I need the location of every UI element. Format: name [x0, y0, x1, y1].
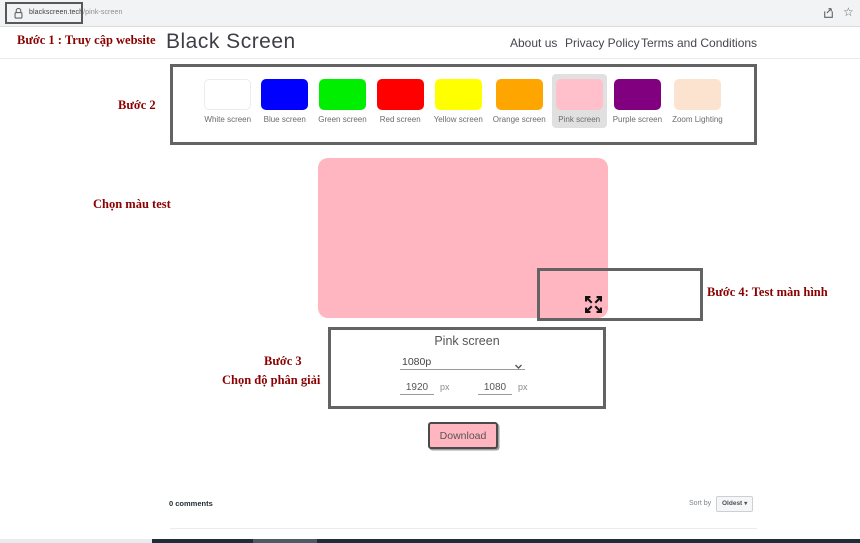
height-px-label: px [518, 382, 528, 392]
sort-by-label: Sort by [689, 500, 711, 507]
nav-privacy-policy[interactable]: Privacy Policy [565, 36, 640, 50]
swatch-white-screen[interactable]: White screen [200, 74, 255, 128]
color-swatch-row: White screen Blue screen Green screen Re… [173, 74, 754, 128]
yellow-color-chip [435, 79, 482, 110]
swatch-green-screen[interactable]: Green screen [314, 74, 370, 128]
site-title[interactable]: Black Screen [166, 30, 296, 54]
white-color-chip [204, 79, 251, 110]
swatch-pink-screen[interactable]: Pink screen [552, 74, 607, 128]
green-color-chip [319, 79, 366, 110]
orange-color-chip [496, 79, 543, 110]
step4-highlight-frame [537, 268, 703, 321]
zoom-lighting-color-chip [674, 79, 721, 110]
annotation-step4: Bước 4: Test màn hình [707, 285, 828, 300]
nav-terms-conditions[interactable]: Terms and Conditions [641, 36, 757, 50]
swatch-purple-screen[interactable]: Purple screen [609, 74, 666, 128]
width-input[interactable] [400, 381, 434, 395]
swatch-red-screen[interactable]: Red screen [373, 74, 428, 128]
page: blackscreen.tech/pink-screen ☆ Black Scr… [0, 0, 860, 543]
bottom-strip-segment [253, 539, 317, 543]
comments-divider [170, 528, 757, 529]
annotation-step3-sub: Chọn độ phân giải [222, 373, 320, 388]
url-path: /pink-screen [83, 9, 122, 16]
chevron-down-icon [514, 358, 523, 367]
settings-panel-title: Pink screen [328, 334, 606, 348]
share-icon[interactable] [822, 6, 835, 20]
swatch-orange-screen[interactable]: Orange screen [489, 74, 550, 128]
red-color-chip [377, 79, 424, 110]
comments-count: 0 comments [169, 499, 213, 508]
swatch-yellow-screen[interactable]: Yellow screen [430, 74, 487, 128]
pink-color-chip [556, 79, 603, 110]
annotation-step3: Bước 3 [264, 354, 302, 369]
sort-order-button[interactable]: Oldest [716, 496, 753, 512]
resolution-selected-value: 1080p [402, 356, 431, 368]
swatch-zoom-lighting[interactable]: Zoom Lighting [668, 74, 727, 128]
purple-color-chip [614, 79, 661, 110]
step1-highlight-frame [5, 2, 83, 24]
swatch-blue-screen[interactable]: Blue screen [257, 74, 312, 128]
nav-about-us[interactable]: About us [510, 36, 557, 50]
sort-caret-icon [742, 500, 747, 507]
annotation-step2: Bước 2 [118, 98, 156, 113]
bottom-strip-light [0, 539, 152, 543]
annotation-step1: Bước 1 : Truy cập website [17, 33, 156, 48]
browser-address-bar[interactable]: blackscreen.tech/pink-screen ☆ [0, 0, 860, 27]
resolution-select[interactable]: 1080p [400, 355, 525, 370]
annotation-choose-color: Chọn màu test [93, 197, 171, 212]
download-button[interactable]: Download [428, 422, 498, 449]
width-px-label: px [440, 382, 450, 392]
height-input[interactable] [478, 381, 512, 395]
star-icon[interactable]: ☆ [843, 5, 854, 19]
blue-color-chip [261, 79, 308, 110]
